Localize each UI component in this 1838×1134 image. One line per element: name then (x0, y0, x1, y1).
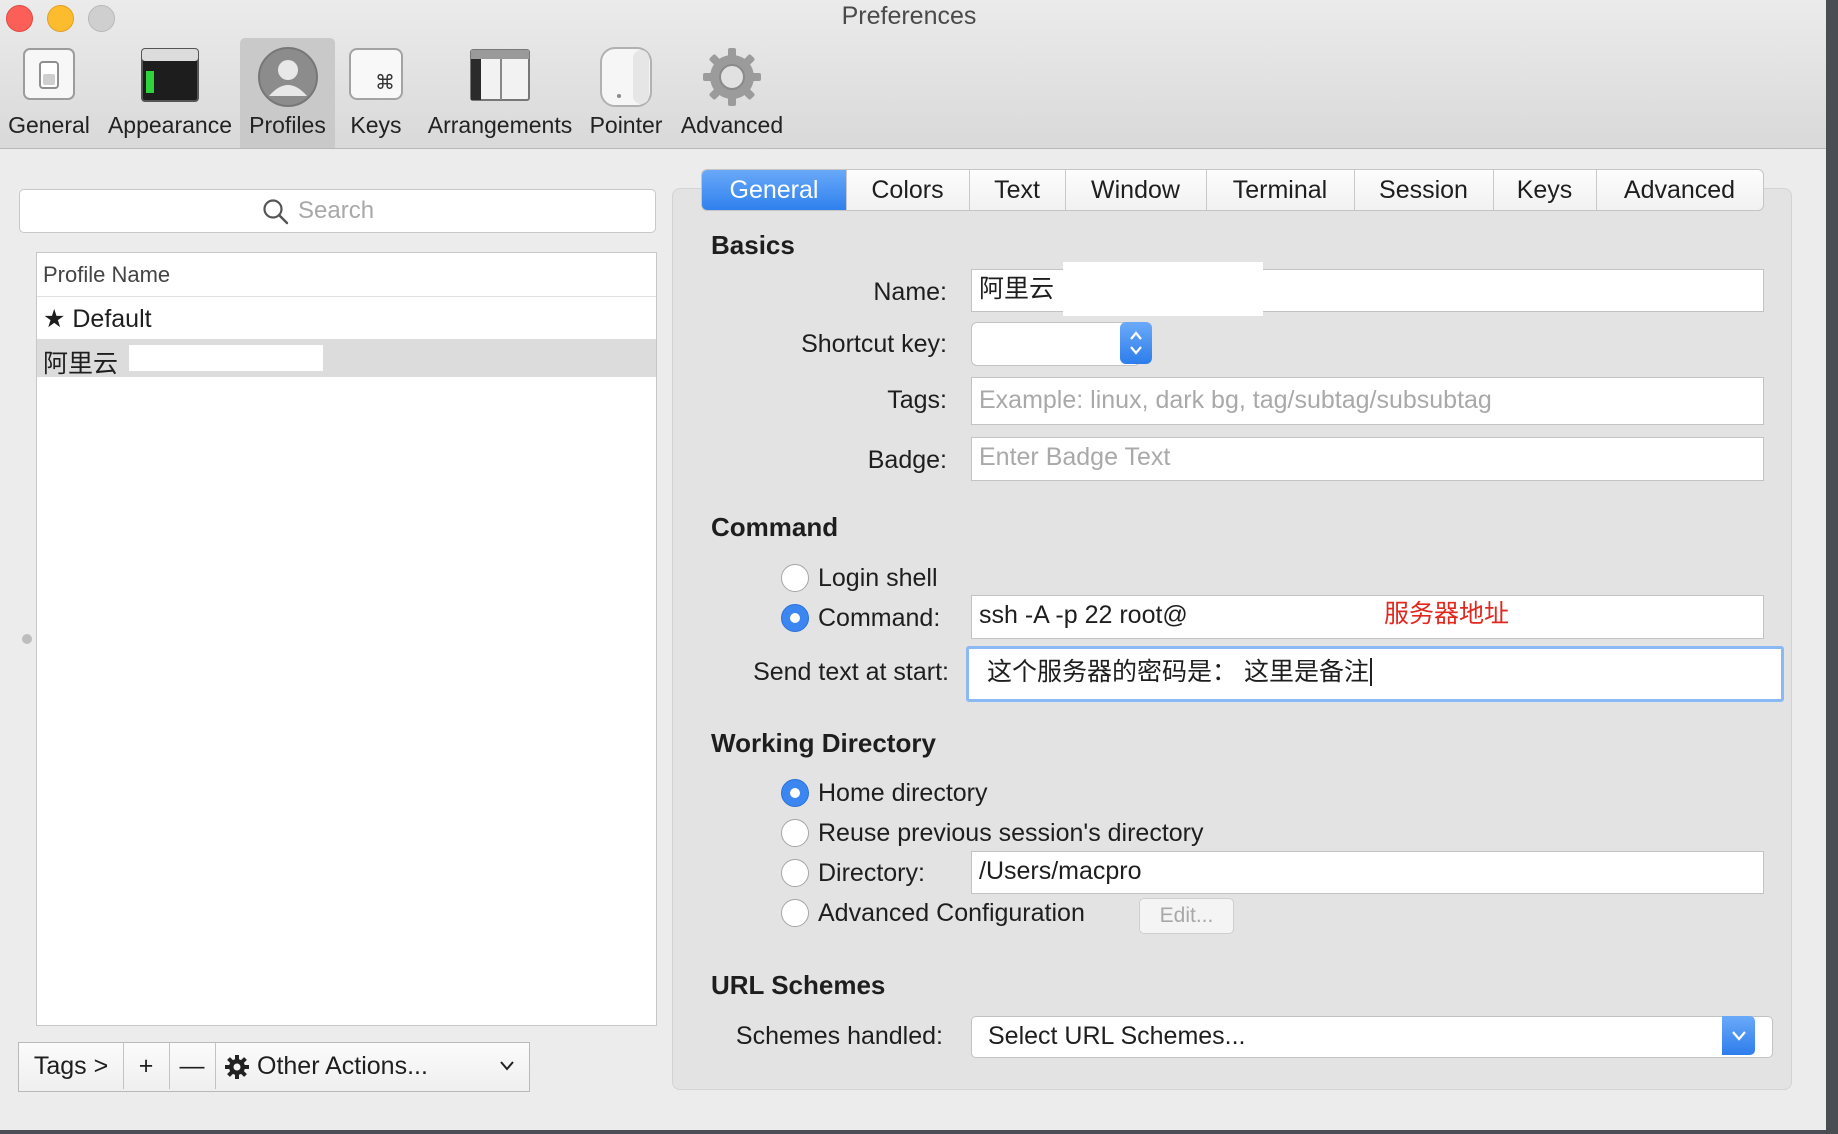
other-actions-menu[interactable]: Other Actions... (215, 1043, 527, 1089)
add-profile-button[interactable]: + (123, 1043, 170, 1089)
tab-general[interactable]: General (702, 170, 847, 210)
schemes-handled-label: Schemes handled: (735, 1022, 943, 1050)
url-schemes-value: Select URL Schemes... (988, 1022, 1246, 1050)
tags-label: Tags: (887, 386, 947, 414)
toolbar-pointer-label: Pointer (589, 112, 663, 138)
arrangements-icon (469, 46, 531, 109)
server-address-annotation: 服务器地址 (1384, 600, 1510, 628)
tab-text[interactable]: Text (969, 170, 1066, 210)
toolbar-profiles[interactable]: Profiles (240, 38, 335, 148)
toolbar-keys[interactable]: ⌘ Keys (340, 38, 412, 148)
tab-keys[interactable]: Keys (1493, 170, 1597, 210)
send-text-value: 这个服务器的密码是： 这里是备注 (987, 658, 1369, 686)
home-directory-radio[interactable] (781, 779, 809, 807)
keys-command-icon: ⌘ (348, 46, 404, 107)
url-schemes-heading: URL Schemes (711, 970, 886, 1000)
reuse-directory-label: Reuse previous session's directory (818, 819, 1204, 847)
appearance-window-icon (140, 46, 200, 109)
redaction-mask (129, 345, 323, 371)
directory-value: /Users/macpro (979, 857, 1142, 885)
other-actions-label: Other Actions... (257, 1052, 428, 1080)
advanced-gear-icon (701, 46, 763, 113)
advanced-configuration-label: Advanced Configuration (818, 899, 1085, 927)
profile-search-field[interactable]: Search (19, 189, 656, 233)
toolbar-advanced-label: Advanced (680, 112, 784, 138)
url-schemes-dropdown[interactable]: Select URL Schemes... (971, 1016, 1773, 1058)
gear-icon (225, 1055, 249, 1079)
toolbar-arrangements[interactable]: Arrangements (420, 38, 580, 148)
profile-row-default[interactable]: ★ Default (37, 299, 656, 337)
profile-row-label: 阿里云 (43, 350, 119, 378)
shortcut-key-label: Shortcut key: (801, 330, 947, 358)
profile-name-column-header[interactable]: Profile Name (37, 253, 656, 297)
tags-placeholder: Example: linux, dark bg, tag/subtag/subs… (979, 386, 1492, 414)
command-value: ssh -A -p 22 root@ (979, 601, 1188, 629)
toolbar-general[interactable]: General (0, 38, 98, 148)
shortcut-key-stepper[interactable] (1120, 322, 1152, 364)
command-radio[interactable] (781, 604, 809, 632)
command-heading: Command (711, 512, 839, 542)
tab-window[interactable]: Window (1065, 170, 1207, 210)
command-label: Command: (818, 604, 941, 632)
toolbar-profiles-label: Profiles (249, 112, 326, 138)
badge-field[interactable]: Enter Badge Text (971, 437, 1764, 481)
send-text-field[interactable]: 这个服务器的密码是： 这里是备注 (966, 646, 1784, 702)
general-switch-icon (21, 46, 77, 107)
text-cursor (1369, 658, 1372, 686)
redaction-mask (1210, 596, 1382, 636)
reuse-directory-radio[interactable] (781, 819, 809, 847)
tags-button[interactable]: Tags > (19, 1043, 124, 1089)
profiles-user-icon (257, 46, 319, 113)
name-label: Name: (873, 278, 947, 306)
profile-row-label: ★ Default (43, 305, 152, 333)
preferences-window: Preferences General Appearance Profiles … (0, 0, 1826, 1130)
svg-text:⌘: ⌘ (375, 70, 395, 94)
profile-actions-bar: Tags > + — Other Actions... (18, 1042, 530, 1092)
directory-label: Directory: (818, 859, 925, 887)
url-schemes-dropdown-button[interactable] (1722, 1016, 1755, 1055)
chevron-up-down-icon (1130, 331, 1142, 355)
directory-field[interactable]: /Users/macpro (971, 851, 1764, 894)
advanced-configuration-radio[interactable] (781, 899, 809, 927)
badge-placeholder: Enter Badge Text (979, 443, 1171, 471)
tab-terminal[interactable]: Terminal (1206, 170, 1355, 210)
directory-radio[interactable] (781, 859, 809, 887)
working-directory-heading: Working Directory (711, 728, 936, 758)
chevron-down-icon (500, 1061, 514, 1071)
name-value: 阿里云 (979, 275, 1055, 303)
title-bar: Preferences General Appearance Profiles … (0, 0, 1826, 149)
remove-profile-button[interactable]: — (169, 1043, 216, 1089)
send-text-label: Send text at start: (753, 658, 949, 686)
basics-heading: Basics (711, 230, 795, 260)
edit-advanced-configuration-button[interactable]: Edit... (1139, 898, 1234, 934)
tab-session[interactable]: Session (1354, 170, 1494, 210)
toolbar-arrangements-label: Arrangements (427, 112, 573, 138)
profile-settings-tabs: General Colors Text Window Terminal Sess… (701, 169, 1764, 211)
toolbar-advanced[interactable]: Advanced (675, 38, 789, 148)
toolbar-appearance[interactable]: Appearance (105, 38, 235, 148)
tab-advanced[interactable]: Advanced (1596, 170, 1763, 210)
toolbar-keys-label: Keys (350, 112, 402, 138)
profile-list: Profile Name ★ Default 阿里云 (36, 252, 657, 1026)
split-view-divider-handle[interactable] (22, 634, 32, 644)
search-icon (263, 199, 289, 225)
window-title: Preferences (841, 2, 977, 30)
toolbar-appearance-label: Appearance (107, 112, 233, 138)
login-shell-radio[interactable] (781, 564, 809, 592)
shortcut-key-popup[interactable] (971, 322, 1140, 366)
profile-row-aliyun[interactable]: 阿里云 (37, 339, 656, 378)
profile-settings-panel (672, 188, 1792, 1090)
profile-name-header-label: Profile Name (43, 262, 171, 287)
tab-colors[interactable]: Colors (846, 170, 970, 210)
search-placeholder: Search (298, 197, 375, 224)
tags-field[interactable]: Example: linux, dark bg, tag/subtag/subs… (971, 377, 1764, 425)
badge-label: Badge: (867, 446, 947, 474)
pointer-mouse-icon (597, 46, 655, 113)
toolbar-general-label: General (8, 112, 90, 138)
chevron-down-icon (1732, 1031, 1746, 1041)
home-directory-label: Home directory (818, 779, 988, 807)
toolbar-pointer[interactable]: Pointer (585, 38, 667, 148)
redaction-mask (1063, 262, 1263, 316)
login-shell-label: Login shell (818, 564, 938, 592)
